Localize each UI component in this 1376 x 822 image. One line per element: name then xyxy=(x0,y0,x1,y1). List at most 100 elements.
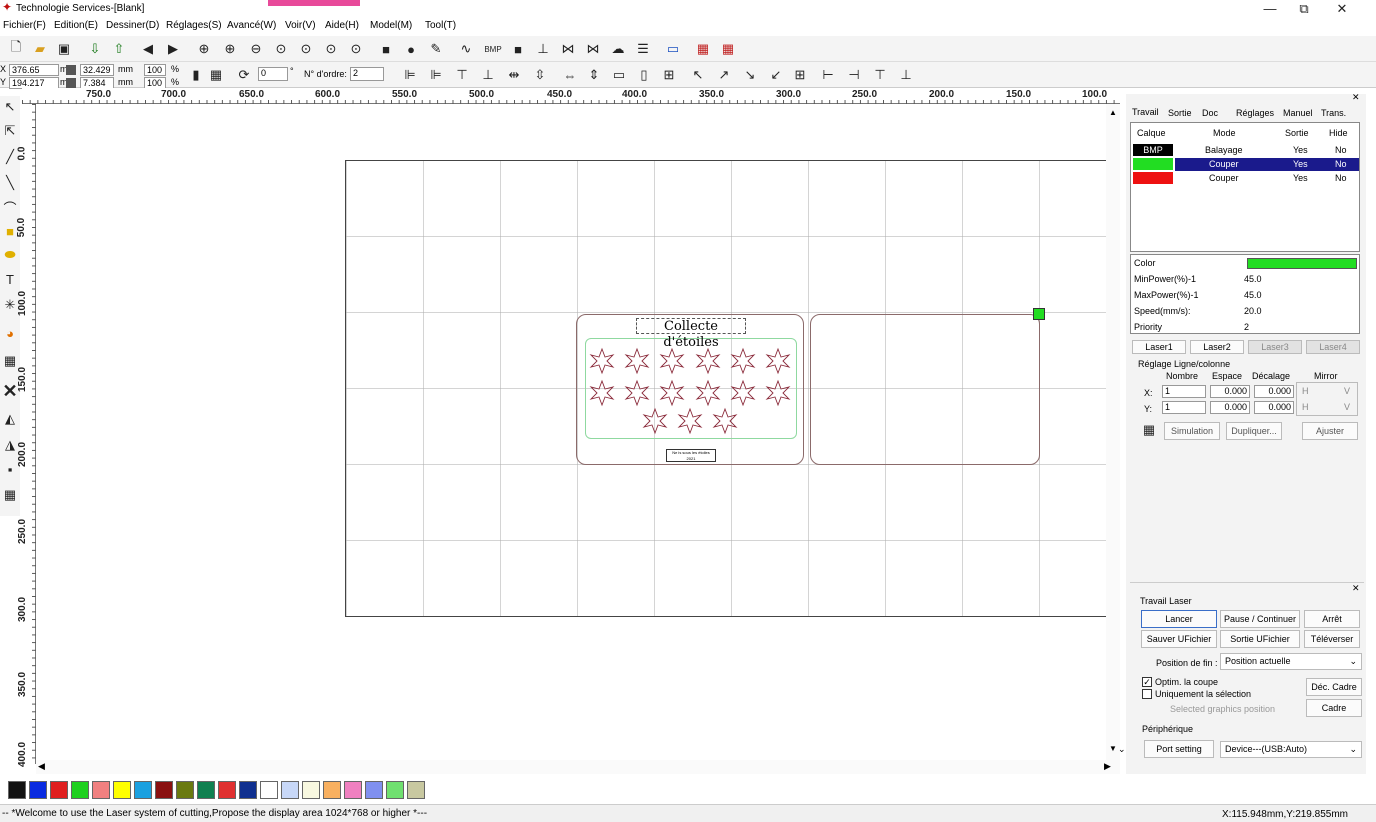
array-x-count[interactable]: 1 xyxy=(1162,385,1206,398)
distribute-v-icon[interactable]: ⋈ xyxy=(583,39,603,59)
selection-only-checkbox[interactable] xyxy=(1142,689,1152,699)
palette-swatch[interactable] xyxy=(302,781,320,799)
palette-swatch[interactable] xyxy=(323,781,341,799)
port-setting-button[interactable]: Port setting xyxy=(1144,740,1214,758)
palette-swatch[interactable] xyxy=(281,781,299,799)
dock-top-icon[interactable]: ⊤ xyxy=(870,65,890,85)
curve-draw-icon[interactable]: ⌒ xyxy=(1,196,19,218)
menu-avance[interactable]: Avancé(W) xyxy=(227,20,276,31)
menu-aide[interactable]: Aide(H) xyxy=(325,20,359,31)
palette-swatch[interactable] xyxy=(8,781,26,799)
palette-swatch[interactable] xyxy=(218,781,236,799)
cadre-button[interactable]: Cadre xyxy=(1306,699,1362,717)
dock-right-icon[interactable]: ⊣ xyxy=(844,65,864,85)
menu-edition[interactable]: Edition(E) xyxy=(54,20,98,31)
tab-manuel[interactable]: Manuel xyxy=(1283,108,1313,118)
array-x-offset[interactable]: 0.000 xyxy=(1254,385,1294,398)
corner-tl-icon[interactable]: ↖ xyxy=(688,65,708,85)
prop-color-swatch[interactable] xyxy=(1247,258,1357,269)
scroll-right-icon[interactable]: ▶ xyxy=(1104,761,1111,772)
start-button[interactable]: Lancer xyxy=(1141,610,1217,628)
scroll-down-icon[interactable]: ▼ xyxy=(1109,744,1117,753)
menu-reglages[interactable]: Réglages(S) xyxy=(166,20,222,31)
dock-bottom-icon[interactable]: ⊥ xyxy=(896,65,916,85)
bmp-icon[interactable]: BMP xyxy=(483,39,503,59)
select-arrow-icon[interactable]: ↖ xyxy=(1,96,19,118)
palette-swatch[interactable] xyxy=(239,781,257,799)
palette-swatch[interactable] xyxy=(71,781,89,799)
menu-voir[interactable]: Voir(V) xyxy=(285,20,316,31)
node-edit-icon[interactable]: ⇱ xyxy=(1,120,19,142)
width-field[interactable]: 32.429 xyxy=(80,64,114,76)
zoom-fit-icon[interactable]: ⊙ xyxy=(321,39,341,59)
palette-swatch[interactable] xyxy=(134,781,152,799)
scroll-up-icon[interactable]: ▲ xyxy=(1109,108,1117,117)
mirror-h-x[interactable]: H xyxy=(1302,386,1309,396)
palette-swatch[interactable] xyxy=(50,781,68,799)
design-card-right[interactable] xyxy=(810,314,1040,465)
palette-swatch[interactable] xyxy=(113,781,131,799)
palette-swatch[interactable] xyxy=(197,781,215,799)
list-icon[interactable]: ☰ xyxy=(633,39,653,59)
new-file-icon[interactable]: 🗋 xyxy=(6,39,26,59)
menu-tool[interactable]: Tool(T) xyxy=(425,20,456,31)
fill-icon[interactable]: ■ xyxy=(508,39,528,59)
export-icon[interactable]: ⇧ xyxy=(109,39,129,59)
zoom-in-icon[interactable]: ⊕ xyxy=(220,39,240,59)
curve-icon[interactable]: ∿ xyxy=(456,39,476,59)
menu-fichier[interactable]: Fichier(F) xyxy=(3,20,46,31)
layer-row-selected[interactable]: Couper Yes No xyxy=(1133,158,1359,171)
laser-panel-close-icon[interactable]: ✕ xyxy=(1352,583,1360,594)
import-icon[interactable]: ⇩ xyxy=(85,39,105,59)
array-grid-icon[interactable]: ▦ xyxy=(1139,420,1159,440)
array-icon[interactable]: ▦ xyxy=(693,39,713,59)
tree-icon[interactable]: ⊥ xyxy=(533,39,553,59)
horizontal-scrollbar[interactable]: ◀ ▶ xyxy=(36,760,1120,774)
pen-tool-icon[interactable]: ✎ xyxy=(426,39,446,59)
page-center-icon[interactable]: ⊞ xyxy=(790,65,810,85)
lock-ratio-icon[interactable]: ▮ xyxy=(186,65,206,85)
palette-swatch[interactable] xyxy=(365,781,383,799)
order-field[interactable]: 2 xyxy=(350,67,384,81)
prop-maxpower-value[interactable]: 45.0 xyxy=(1244,290,1262,300)
x-position-field[interactable]: 376.65 xyxy=(9,64,59,76)
upload-button[interactable]: Téléverser xyxy=(1304,630,1360,648)
layer-row[interactable]: BMP Balayage Yes No xyxy=(1133,144,1359,157)
node-tool-icon[interactable]: ● xyxy=(401,39,421,59)
corner-br-icon[interactable]: ↘ xyxy=(740,65,760,85)
open-folder-icon[interactable]: ▰ xyxy=(30,39,50,59)
laser1-tab[interactable]: Laser1 xyxy=(1132,340,1186,354)
selection-handle[interactable] xyxy=(1033,308,1045,320)
ellipse-icon[interactable]: ⬬ xyxy=(1,244,19,266)
palette-swatch[interactable] xyxy=(407,781,425,799)
rotate-icon[interactable]: ⟳ xyxy=(234,65,254,85)
same-height-icon[interactable]: ⇕ xyxy=(584,65,604,85)
align-left-icon[interactable]: ⊫ xyxy=(400,65,420,85)
pause-button[interactable]: Pause / Continuer xyxy=(1220,610,1300,628)
design-footer[interactable]: Ne is sous les étoiles 2021 xyxy=(666,449,716,462)
zoom-out-icon[interactable]: ⊖ xyxy=(246,39,266,59)
prop-priority-value[interactable]: 2 xyxy=(1244,322,1249,332)
array-y-spacing[interactable]: 0.000 xyxy=(1210,401,1250,414)
laser3-tab[interactable]: Laser3 xyxy=(1248,340,1302,354)
undo-icon[interactable]: ◀ xyxy=(138,39,158,59)
dec-cadre-button[interactable]: Déc. Cadre xyxy=(1306,678,1362,696)
palette-swatch[interactable] xyxy=(386,781,404,799)
zoom-all-icon[interactable]: ⊙ xyxy=(346,39,366,59)
array-y-count[interactable]: 1 xyxy=(1162,401,1206,414)
menu-dessiner[interactable]: Dessiner(D) xyxy=(106,20,159,31)
save-ufile-button[interactable]: Sauver UFichier xyxy=(1141,630,1217,648)
prop-speed-value[interactable]: 20.0 xyxy=(1244,306,1262,316)
array-tool-icon[interactable]: ▦ xyxy=(1,484,19,506)
laser4-tab[interactable]: Laser4 xyxy=(1306,340,1360,354)
mirror-v-x[interactable]: V xyxy=(1344,386,1350,396)
zoom-select-icon[interactable]: ⊙ xyxy=(271,39,291,59)
center-icon[interactable]: ⊞ xyxy=(659,65,679,85)
tab-doc[interactable]: Doc xyxy=(1202,108,1218,118)
save-icon[interactable]: ▣ xyxy=(54,39,74,59)
zoom-icon[interactable]: ⊕ xyxy=(194,39,214,59)
panel-scroll-down-icon[interactable]: ⌄ xyxy=(1118,744,1126,755)
redo-icon[interactable]: ▶ xyxy=(163,39,183,59)
menu-model[interactable]: Model(M) xyxy=(370,20,412,31)
palette-swatch[interactable] xyxy=(176,781,194,799)
